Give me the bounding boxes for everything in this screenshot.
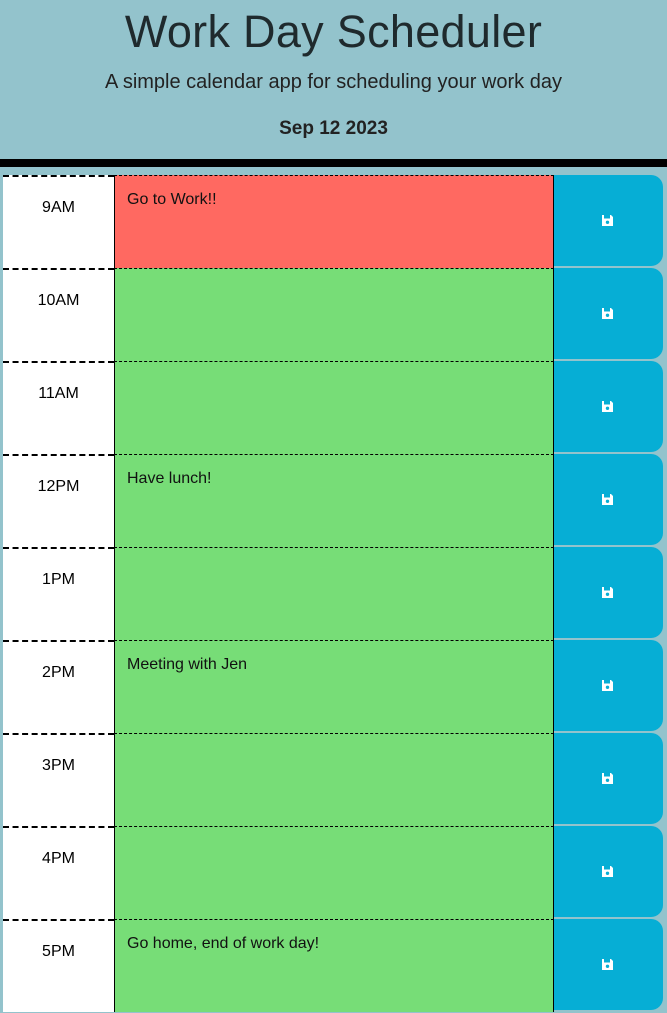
hour-label: 1PM: [3, 547, 114, 640]
save-icon: [601, 214, 614, 227]
save-button[interactable]: [554, 733, 663, 824]
hour-label: 11AM: [3, 361, 114, 454]
save-icon: [601, 865, 614, 878]
schedule-rows: 9AM Go to Work!! 10AM 11AM 12PM Have lunch! 1P…: [0, 175, 667, 1012]
hour-label: 12PM: [3, 454, 114, 547]
save-icon: [601, 958, 614, 971]
save-icon: [601, 307, 614, 320]
time-block-row: 1PM: [0, 547, 667, 640]
event-description-field[interactable]: [114, 361, 554, 454]
time-block-row: 4PM: [0, 826, 667, 919]
event-description-field[interactable]: Go to Work!!: [114, 175, 554, 268]
save-icon: [601, 400, 614, 413]
save-button[interactable]: [554, 175, 663, 266]
save-button[interactable]: [554, 919, 663, 1010]
save-button[interactable]: [554, 640, 663, 731]
time-block-row: 5PM Go home, end of work day!: [0, 919, 667, 1012]
save-button[interactable]: [554, 361, 663, 452]
save-icon: [601, 679, 614, 692]
event-description-field[interactable]: [114, 547, 554, 640]
hour-label: 9AM: [3, 175, 114, 268]
hour-label: 10AM: [3, 268, 114, 361]
time-block-row: 10AM: [0, 268, 667, 361]
event-description-field[interactable]: Have lunch!: [114, 454, 554, 547]
page-header: Work Day Scheduler A simple calendar app…: [0, 0, 667, 167]
event-description-field[interactable]: Meeting with Jen: [114, 640, 554, 733]
hour-label: 4PM: [3, 826, 114, 919]
time-block-row: 9AM Go to Work!!: [0, 175, 667, 268]
time-block-row: 12PM Have lunch!: [0, 454, 667, 547]
save-button[interactable]: [554, 268, 663, 359]
event-description-field[interactable]: [114, 826, 554, 919]
hour-label: 3PM: [3, 733, 114, 826]
page-title: Work Day Scheduler: [124, 6, 543, 57]
save-icon: [601, 493, 614, 506]
save-button[interactable]: [554, 826, 663, 917]
event-description-field[interactable]: [114, 268, 554, 361]
time-block-row: 11AM: [0, 361, 667, 454]
hour-label: 2PM: [3, 640, 114, 733]
time-block-row: 3PM: [0, 733, 667, 826]
event-description-field[interactable]: [114, 733, 554, 826]
event-description-field[interactable]: Go home, end of work day!: [114, 919, 554, 1012]
page-subtitle: A simple calendar app for scheduling you…: [105, 71, 562, 93]
save-button[interactable]: [554, 547, 663, 638]
save-button[interactable]: [554, 454, 663, 545]
current-date: Sep 12 2023: [279, 118, 388, 139]
time-block-row: 2PM Meeting with Jen: [0, 640, 667, 733]
hour-label: 5PM: [3, 919, 114, 1012]
save-icon: [601, 586, 614, 599]
save-icon: [601, 772, 614, 785]
